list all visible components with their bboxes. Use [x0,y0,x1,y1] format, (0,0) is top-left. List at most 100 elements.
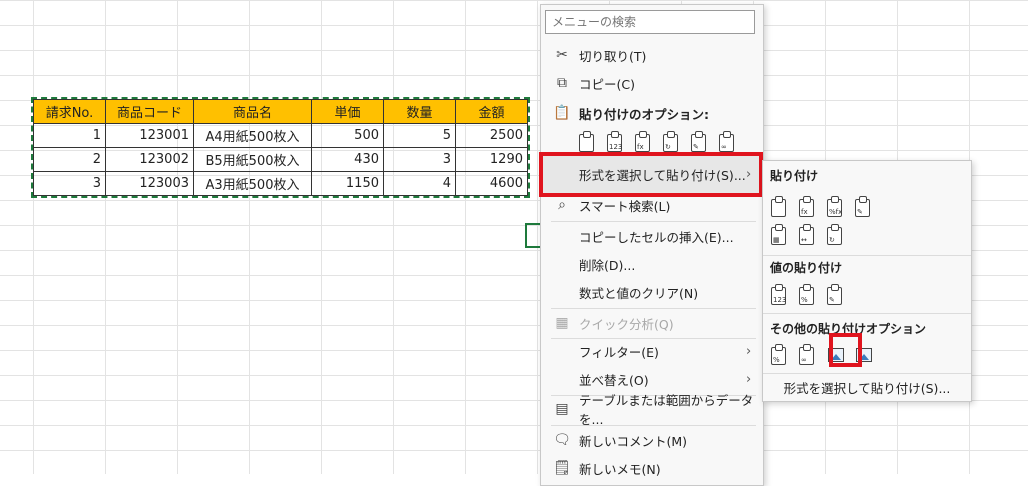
paste-values-source-format-icon[interactable]: ✎ [825,284,847,307]
paste-icon[interactable] [577,131,599,154]
paste-formatting-icon[interactable]: ✎ [689,131,711,154]
note-icon: 🗒 [553,460,571,476]
paste-icon-row: ▦ ↔ ↻ [769,224,847,247]
menu-item-label: 形式を選択して貼り付け(S)... [579,167,746,183]
paste-link-icon[interactable]: ∞ [717,131,739,154]
menu-item-label: テーブルまたは範囲からデータを... [579,393,754,427]
paste-column-widths-icon[interactable]: ↔ [797,224,819,247]
header-row: 請求No. 商品コード 商品名 単価 数量 金額 [33,99,528,124]
menu-item-label: クイック分析(Q) [579,316,674,332]
submenu-paste-special-link[interactable]: 形式を選択して貼り付け(S)... [763,378,971,397]
menu-item-label: 削除(D)... [579,257,636,273]
menu-item-from-table[interactable]: ▤ テーブルまたは範囲からデータを... [541,393,763,427]
table-row: 2 123002 B5用紙500枚入 430 3 1290 [33,147,528,172]
paste-link-icon[interactable]: ∞ [797,344,819,367]
menu-item-cut[interactable]: ✂ 切り取り(T) [541,41,763,69]
values-icon-row: 123 % ✎ [769,284,847,307]
submenu-header: 貼り付け [770,169,819,183]
menu-item-label: 貼り付けのオプション: [579,106,709,122]
submenu-divider [763,373,971,374]
cell[interactable]: 500 [311,123,384,148]
paste-icon-row: fx %fx ✎ [769,196,875,219]
cell[interactable]: 2500 [455,123,528,148]
menu-item-clear[interactable]: 数式と値のクリア(N) [541,278,763,306]
submenu-divider [763,255,971,256]
menu-item-sort[interactable]: 並べ替え(O) › [541,365,763,393]
menu-item-paste-special[interactable]: 形式を選択して貼り付け(S)... › [541,160,763,188]
menu-item-label: フィルター(E) [579,344,659,360]
menu-item-label: スマート検索(L) [579,198,671,214]
cell[interactable]: 3 [33,171,106,196]
menu-item-label: 並べ替え(O) [579,372,649,388]
copy-icon: ⧉ [557,75,567,91]
cell[interactable]: 4 [383,171,456,196]
header-cell[interactable]: 商品名 [193,99,312,124]
submenu-header: 値の貼り付け [770,261,843,275]
clipboard-icon: 📋 [553,105,571,121]
chevron-right-icon: › [746,343,752,359]
menu-item-label: 新しいメモ(N) [579,461,661,477]
quick-analysis-icon: ▦ [555,315,569,331]
scissors-icon: ✂ [556,47,568,63]
menu-item-new-comment[interactable]: 🗨 新しいコメント(M) [541,426,763,454]
data-table[interactable]: 請求No. 商品コード 商品名 単価 数量 金額 1 123001 A4用紙50… [31,97,530,198]
paste-formulas-icon[interactable]: fx [633,131,655,154]
lookup-icon: ⌕ [558,197,566,213]
header-cell[interactable]: 数量 [383,99,456,124]
table-row: 3 123003 A3用紙500枚入 1150 4 4600 [33,171,528,196]
paste-transpose-icon[interactable]: ↻ [825,224,847,247]
cell[interactable]: 1 [33,123,106,148]
menu-search-input[interactable] [545,10,755,34]
comment-icon: 🗨 [553,432,571,448]
picture-highlight [829,333,862,367]
cell[interactable]: 123001 [105,123,194,148]
table-icon: ▤ [555,401,569,417]
cell[interactable]: B5用紙500枚入 [193,147,312,172]
menu-item-copy[interactable]: ⧉ コピー(C) [541,69,763,97]
chevron-right-icon: › [746,166,752,182]
menu-item-smart-lookup[interactable]: ⌕ スマート検索(L) [541,191,763,219]
cell[interactable]: 1290 [455,147,528,172]
menu-item-new-note[interactable]: 🗒 新しいメモ(N) [541,454,763,482]
cell[interactable]: A4用紙500枚入 [193,123,312,148]
paste-formulas-icon[interactable]: fx [797,196,819,219]
cell[interactable]: A3用紙500枚入 [193,171,312,196]
header-cell[interactable]: 単価 [311,99,384,124]
menu-item-label: コピー(C) [579,76,635,92]
submenu-divider [763,313,971,314]
menu-item-quick-analysis[interactable]: ▦ クイック分析(Q) [541,309,763,337]
cell[interactable]: 4600 [455,171,528,196]
cell[interactable]: 1150 [311,171,384,196]
menu-item-label: 切り取り(T) [579,48,647,64]
chevron-right-icon: › [746,371,752,387]
paste-option-row: 123 fx ↻ ✎ ∞ [577,131,739,154]
header-cell[interactable]: 商品コード [105,99,194,124]
menu-item-label: 数式と値のクリア(N) [579,285,699,301]
paste-special-submenu: 貼り付け fx %fx ✎ ▦ ↔ ↻ 値の貼り付け 123 % ✎ その他の貼… [762,160,972,402]
paste-icon[interactable] [769,196,791,219]
paste-values-icon[interactable]: 123 [769,284,791,307]
menu-item-insert-copied[interactable]: コピーしたセルの挿入(E)... [541,222,763,250]
paste-values-numformat-icon[interactable]: % [797,284,819,307]
paste-formulas-numformat-icon[interactable]: %fx [825,196,847,219]
header-cell[interactable]: 金額 [455,99,528,124]
table-row: 1 123001 A4用紙500枚入 500 5 2500 [33,123,528,148]
menu-item-label: 新しいコメント(M) [579,433,688,449]
menu-item-delete[interactable]: 削除(D)... [541,250,763,278]
paste-no-borders-icon[interactable]: ▦ [769,224,791,247]
menu-item-label: コピーしたセルの挿入(E)... [579,229,734,245]
cell[interactable]: 430 [311,147,384,172]
paste-values-icon[interactable]: 123 [605,131,627,154]
paste-transpose-icon[interactable]: ↻ [661,131,683,154]
context-menu: ✂ 切り取り(T) ⧉ コピー(C) 📋 貼り付けのオプション: 123 fx … [539,4,764,486]
menu-item-paste-options: 📋 貼り付けのオプション: [541,99,763,127]
header-cell[interactable]: 請求No. [33,99,106,124]
cell[interactable]: 2 [33,147,106,172]
paste-formatting-icon[interactable]: % [769,344,791,367]
cell[interactable]: 123003 [105,171,194,196]
cell[interactable]: 5 [383,123,456,148]
cell[interactable]: 3 [383,147,456,172]
menu-item-filter[interactable]: フィルター(E) › [541,337,763,365]
paste-source-formatting-icon[interactable]: ✎ [853,196,875,219]
cell[interactable]: 123002 [105,147,194,172]
